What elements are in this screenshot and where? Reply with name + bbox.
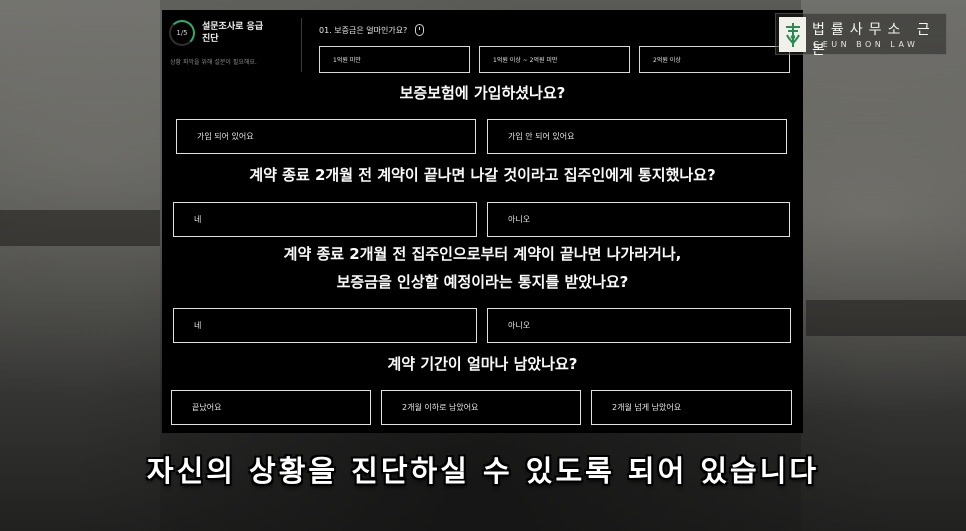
question-notice-from-landlord-line-2: 보증금을 인상할 예정이라는 통지를 받았나요? [336, 273, 629, 291]
question-remaining-period: 계약 기간이 얼마나 남았나요? [387, 355, 578, 373]
header-divider [301, 18, 302, 72]
question-notice-to-landlord: 계약 종료 2개월 전 계약이 끝나면 나갈 것이라고 집주인에게 통지했나요? [249, 166, 716, 184]
logo-korean-text: 법률사무소 근본 [812, 22, 936, 58]
q1-option-under-100m[interactable]: 1억원 미만 [319, 46, 470, 73]
option-insured[interactable]: 가입 되어 있어요 [176, 119, 476, 154]
question-1-text: 01. 보증금은 얼마인가요? [319, 25, 408, 35]
survey-title: 설문조사로 응급 진단 [202, 22, 264, 44]
option-yes-received[interactable]: 네 [173, 308, 477, 343]
background-shelf [806, 300, 966, 336]
progress-ring-icon: 1/5 [169, 20, 195, 46]
question-insurance: 보증보험에 가입하셨나요? [399, 84, 566, 102]
option-no-received[interactable]: 아니오 [487, 308, 791, 343]
option-not-insured[interactable]: 가입 안 되어 있어요 [487, 119, 787, 154]
option-ended[interactable]: 끝났어요 [171, 390, 371, 425]
option-under-2-months[interactable]: 2개월 이하로 남았어요 [381, 390, 581, 425]
survey-note: 상황 파악을 위해 설문이 필요해요. [170, 59, 257, 66]
law-firm-logo: 법률사무소 근본 GEUN BON LAW [775, 13, 947, 58]
mouse-icon [415, 24, 425, 36]
law-firm-logo-icon [779, 17, 806, 52]
question-notice-from-landlord-line-1: 계약 종료 2개월 전 집주인으로부터 계약이 끝나면 나가라거나, [283, 245, 682, 263]
video-subtitle: 자신의 상황을 진단하실 수 있도록 되어 있습니다 [146, 454, 820, 488]
background-shelf [0, 210, 160, 246]
option-no-notified[interactable]: 아니오 [487, 202, 790, 237]
question-1-title: 01. 보증금은 얼마인가요? [319, 24, 425, 36]
logo-english-text: GEUN BON LAW [813, 40, 919, 49]
progress-text: 1/5 [176, 29, 188, 37]
survey-panel: 1/5 설문조사로 응급 진단 상황 파악을 위해 설문이 필요해요. 01. … [162, 10, 803, 433]
option-over-2-months[interactable]: 2개월 넘게 남았어요 [591, 390, 792, 425]
q1-option-100m-to-200m[interactable]: 1억원 이상 ~ 2억원 미만 [479, 46, 630, 73]
q1-option-over-200m[interactable]: 2억원 이상 [639, 46, 790, 73]
option-yes-notified[interactable]: 네 [173, 202, 477, 237]
